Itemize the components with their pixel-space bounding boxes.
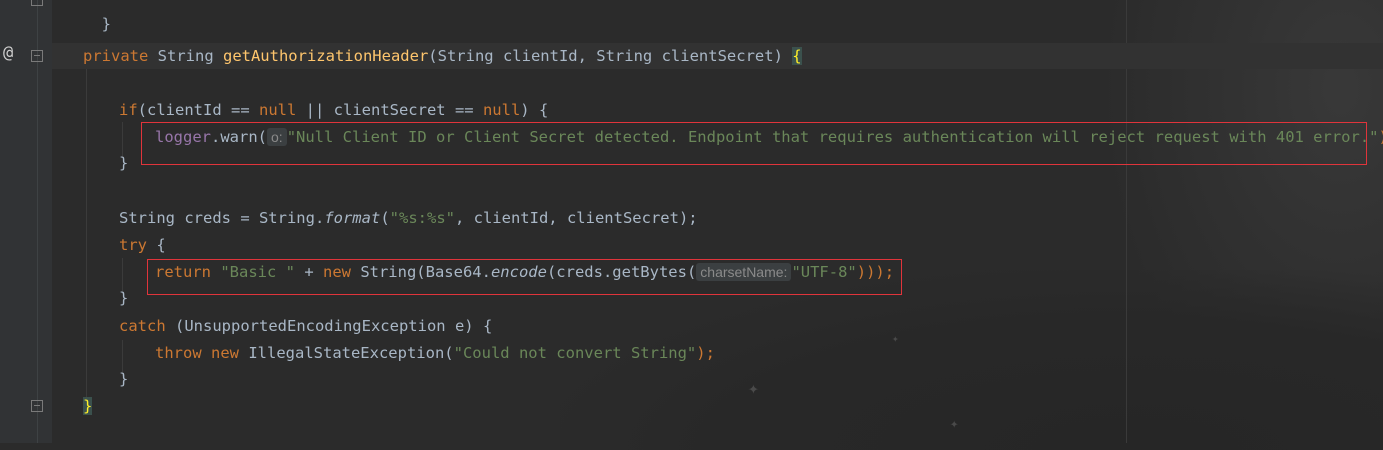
brace: }	[119, 289, 129, 307]
code-text: || clientSecret ==	[296, 101, 483, 119]
matched-brace: }	[83, 397, 93, 415]
star-icon: ✦	[950, 416, 959, 432]
code-text: (UnsupportedEncodingException e) {	[165, 317, 493, 335]
star-icon: ✦	[748, 378, 759, 399]
code-text: IllegalStateException(	[248, 344, 454, 362]
keyword-if: if	[119, 101, 138, 119]
keyword-catch: catch	[119, 317, 166, 335]
fold-icon[interactable]	[31, 0, 43, 6]
keyword-new: new	[211, 344, 249, 362]
keyword-try: try	[119, 236, 147, 254]
static-method: format	[324, 209, 381, 227]
highlight-box-warn	[141, 122, 1367, 165]
override-marker-icon[interactable]: @	[3, 43, 13, 63]
return-type: String	[148, 47, 223, 65]
code-line[interactable]: }	[83, 395, 93, 417]
indent-guide	[86, 69, 87, 399]
code-text: );	[696, 344, 715, 362]
parameter-list: (String clientId, String clientSecret)	[428, 47, 793, 65]
brace: }	[119, 154, 129, 172]
brace: }	[119, 370, 129, 388]
keyword-throw: throw	[155, 344, 211, 362]
code-line-if[interactable]: if(clientId == null || clientSecret == n…	[119, 99, 548, 121]
code-line-try[interactable]: try {	[119, 234, 166, 256]
code-text: ) {	[520, 101, 549, 119]
method-name: getAuthorizationHeader	[222, 47, 429, 65]
code-text: (	[380, 209, 390, 227]
code-text: , clientId, clientSecret);	[454, 209, 698, 227]
code-line[interactable]: }	[119, 152, 128, 174]
code-text: (clientId ==	[137, 101, 259, 119]
code-line[interactable]: }	[83, 0, 111, 33]
fold-icon[interactable]	[31, 400, 43, 412]
code-line[interactable]: }	[119, 368, 128, 390]
brace: }	[101, 15, 112, 33]
code-line-signature[interactable]: private String getAuthorizationHeader(St…	[83, 45, 802, 67]
code-text: String creds = String.	[119, 209, 325, 227]
matched-brace: {	[792, 47, 802, 65]
string-literal: "%s:%s"	[389, 209, 455, 227]
code-line[interactable]: }	[119, 287, 128, 309]
code-line-creds[interactable]: String creds = String.format("%s:%s", cl…	[119, 207, 698, 229]
string-literal: "Could not convert String"	[453, 344, 697, 362]
keyword-private: private	[83, 47, 149, 65]
code-text: );	[1379, 128, 1383, 146]
fold-icon[interactable]	[31, 50, 43, 62]
highlight-box-return	[147, 259, 902, 295]
editor-gutter	[0, 0, 52, 443]
code-line-catch[interactable]: catch (UnsupportedEncodingException e) {	[119, 315, 492, 337]
code-text: {	[147, 236, 166, 254]
star-icon: ✦	[892, 332, 899, 345]
code-line-throw[interactable]: throw new IllegalStateException("Could n…	[155, 342, 715, 364]
keyword-null: null	[259, 101, 297, 119]
gutter-separator	[37, 0, 38, 443]
keyword-null: null	[482, 101, 521, 119]
